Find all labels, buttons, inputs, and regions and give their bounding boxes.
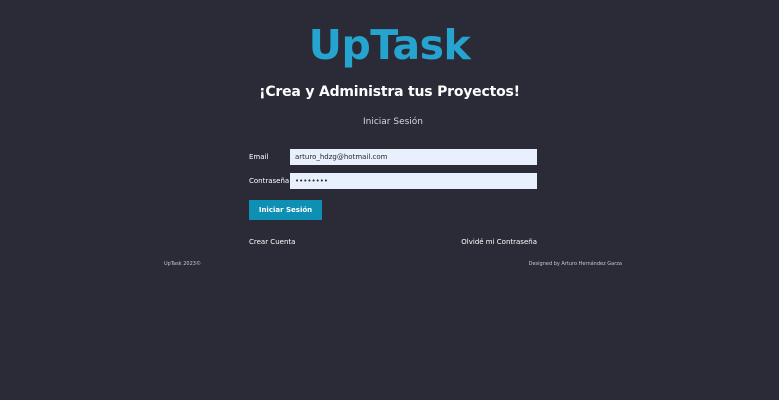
login-form: Email Contraseña Iniciar Sesión [249,149,537,220]
password-label: Contraseña [249,177,290,185]
app-logo: UpTask [308,21,471,69]
page-tagline: ¡Crea y Administra tus Proyectos! [259,84,520,100]
password-field[interactable] [290,173,537,189]
create-account-link[interactable]: Crear Cuenta [249,237,295,247]
forgot-password-link[interactable]: Olvidé mi Contraseña [461,237,537,247]
email-field[interactable] [290,149,537,165]
page-title: Iniciar Sesión [362,117,424,127]
footer-credits: Designed by Arturo Hernández Garza [528,261,622,267]
footer-copyright: UpTask 2023© [164,261,201,267]
footer: UpTask 2023© Designed by Arturo Hernánde… [164,260,622,268]
email-row: Email [249,149,537,165]
auth-links: Crear Cuenta Olvidé mi Contraseña [249,237,537,247]
email-label: Email [249,153,269,161]
login-button[interactable]: Iniciar Sesión [249,200,322,220]
login-page: UpTask ¡Crea y Administra tus Proyectos!… [0,0,779,400]
password-row: Contraseña [249,173,537,189]
